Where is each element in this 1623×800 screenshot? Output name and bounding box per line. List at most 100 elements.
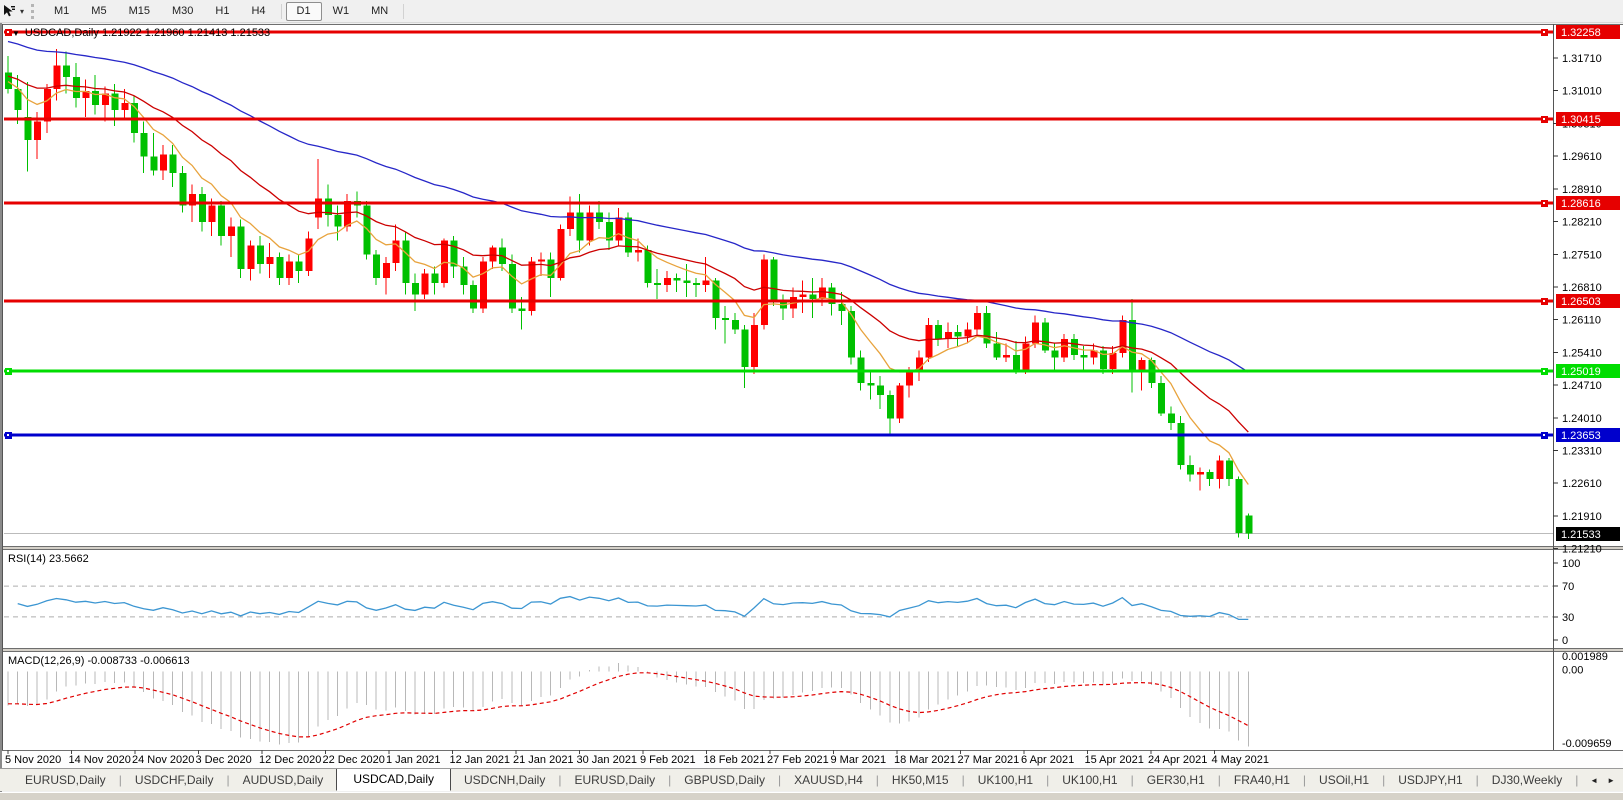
date-tick-label: 14 Nov 2020 [69,754,131,766]
timeframe-button-h1[interactable]: H1 [204,2,240,21]
svg-text:1.28616: 1.28616 [1561,198,1601,210]
date-tick-label: 27 Mar 2021 [958,754,1020,766]
macd-axis-label: -0.009659 [1562,738,1612,750]
svg-text:1.23653: 1.23653 [1561,430,1601,442]
chart-tab-eurusd-daily[interactable]: EURUSD,Daily [561,770,668,790]
cursor-icon [2,4,16,18]
chart-canvas[interactable]: 1.317101.310101.303101.296101.289101.282… [0,0,1623,768]
date-tick-label: 4 May 2021 [1212,754,1269,766]
panel-backgrounds [0,24,1623,768]
rsi-axis-label: 0 [1562,635,1568,647]
macd-axis-label: 0.00 [1562,665,1583,677]
price-tick-label: 1.31010 [1562,86,1602,98]
date-tick-label: 22 Dec 2020 [323,754,385,766]
date-tick-label: 3 Dec 2020 [196,754,252,766]
date-tick-label: 18 Mar 2021 [894,754,956,766]
price-tick-label: 1.25410 [1562,347,1602,359]
cursor-tool-dropdown-icon[interactable]: ▾ [18,7,28,16]
chart-tab-uk100-h1[interactable]: UK100,H1 [965,770,1046,790]
rsi-axis-label: 70 [1562,581,1574,593]
rsi-indicator-label: RSI(14) 23.5662 [8,553,89,565]
macd-axis-label: 0.001989 [1562,651,1608,663]
date-tick-label: 30 Jan 2021 [577,754,638,766]
timeframe-button-m5[interactable]: M5 [80,2,117,21]
date-tick-label: 1 Jan 2021 [386,754,440,766]
chart-tab-usdjpy-h1[interactable]: USDJPY,H1 [1385,770,1475,790]
price-tick-label: 1.21210 [1562,544,1602,556]
timeframe-button-m30[interactable]: M30 [161,2,204,21]
price-tick-label: 1.27510 [1562,249,1602,261]
timeframe-toolbar: ▾ M1M5M15M30H1H4 D1W1MN [0,0,1623,23]
chart-tab-audusd-daily[interactable]: AUDUSD,Daily [230,770,337,790]
price-tick-label: 1.26110 [1562,315,1601,327]
date-tick-label: 24 Nov 2020 [132,754,194,766]
price-badge-1.30415: 1.30415 [1556,112,1620,126]
chart-tab-hk50-m15[interactable]: HK50,M15 [879,770,962,790]
toolbar-grip[interactable] [31,4,37,19]
tab-scroll-right-icon[interactable]: ► [1607,776,1615,785]
price-badge-1.28616: 1.28616 [1556,196,1620,210]
rsi-axis-label: 30 [1562,612,1574,624]
rsi-axis-label: 100 [1562,558,1580,570]
timeframe-button-h4[interactable]: H4 [240,2,276,21]
window-left-border [0,0,2,799]
date-tick-label: 5 Nov 2020 [5,754,61,766]
price-tick-label: 1.28910 [1562,184,1602,196]
price-tick-label: 1.23310 [1562,446,1602,458]
timeframe-button-w1[interactable]: W1 [322,2,361,21]
price-tick-label: 1.24710 [1562,380,1602,392]
date-tick-label: 15 Apr 2021 [1085,754,1144,766]
svg-text:1.25019: 1.25019 [1561,366,1601,378]
svg-text:1.21533: 1.21533 [1561,529,1601,541]
date-tick-label: 9 Mar 2021 [831,754,887,766]
svg-text:1.30415: 1.30415 [1561,114,1601,126]
chart-tab-fra40-h1[interactable]: FRA40,H1 [1221,770,1303,790]
chart-tabs-bar: EURUSD,Daily|USDCHF,Daily|AUDUSD,DailyUS… [0,768,1623,791]
price-badge-1.25019: 1.25019 [1556,364,1620,378]
svg-text:1.26503: 1.26503 [1561,296,1601,308]
tab-scroll-controls: ◄ ► [1584,770,1623,791]
date-tick-label: 12 Jan 2021 [450,754,511,766]
date-tick-label: 18 Feb 2021 [704,754,766,766]
price-tick-label: 1.24010 [1562,413,1602,425]
price-badge-1.32258: 1.32258 [1556,25,1620,39]
chart-tab-dj30-weekly[interactable]: DJ30,Weekly [1479,770,1575,790]
timeframe-button-m15[interactable]: M15 [118,2,161,21]
date-tick-label: 6 Apr 2021 [1021,754,1074,766]
chart-window-title: ▼ USDCAD,Daily 1.21922 1.21960 1.21413 1.… [12,27,270,39]
timeframe-button-d1[interactable]: D1 [286,2,322,21]
timeframe-button-m1[interactable]: M1 [43,2,80,21]
price-tick-label: 1.29610 [1562,151,1602,163]
chart-tab-usdcnh-daily[interactable]: USDCNH,Daily [451,770,558,790]
price-tick-label: 1.21910 [1562,511,1602,523]
chart-ohlc-values: 1.21922 1.21960 1.21413 1.21533 [102,27,270,39]
chart-tab-xauusd-h4[interactable]: XAUUSD,H4 [781,770,876,790]
toolbar-separator [281,4,282,19]
price-tick-label: 1.28210 [1562,217,1602,229]
timeframe-button-mn[interactable]: MN [360,2,399,21]
tab-scroll-left-icon[interactable]: ◄ [1590,776,1598,785]
chart-tab-usoil-h1[interactable]: USOil,H1 [1306,770,1382,790]
price-badge-1.23653: 1.23653 [1556,428,1620,442]
price-badge-1.26503: 1.26503 [1556,294,1620,308]
price-tick-label: 1.22610 [1562,478,1602,490]
cursor-tool-button[interactable] [0,3,18,19]
chart-tab-gbpusd-daily[interactable]: GBPUSD,Daily [671,770,778,790]
chart-tab-ger30-h1[interactable]: GER30,H1 [1134,770,1218,790]
symbol-menu-icon[interactable]: ▼ [12,29,20,38]
date-tick-label: 27 Feb 2021 [767,754,829,766]
price-tick-label: 1.31710 [1562,53,1602,65]
chart-tab-uk100-h1[interactable]: UK100,H1 [1049,770,1130,790]
chart-tab-eurusd-daily[interactable]: EURUSD,Daily [12,770,119,790]
current-price-badge: 1.21533 [1556,527,1620,541]
chart-symbol-period: USDCAD,Daily [25,27,99,39]
toolbar-separator [403,4,404,19]
date-tick-label: 21 Jan 2021 [513,754,574,766]
macd-indicator-label: MACD(12,26,9) -0.008733 -0.006613 [8,655,190,667]
chart-tab-usdcad-daily[interactable]: USDCAD,Daily [336,768,451,791]
price-tick-label: 1.26810 [1562,282,1602,294]
date-tick-label: 24 Apr 2021 [1148,754,1207,766]
chart-tab-usdchf-daily[interactable]: USDCHF,Daily [122,770,227,790]
svg-text:1.32258: 1.32258 [1561,27,1601,39]
date-tick-label: 9 Feb 2021 [640,754,696,766]
